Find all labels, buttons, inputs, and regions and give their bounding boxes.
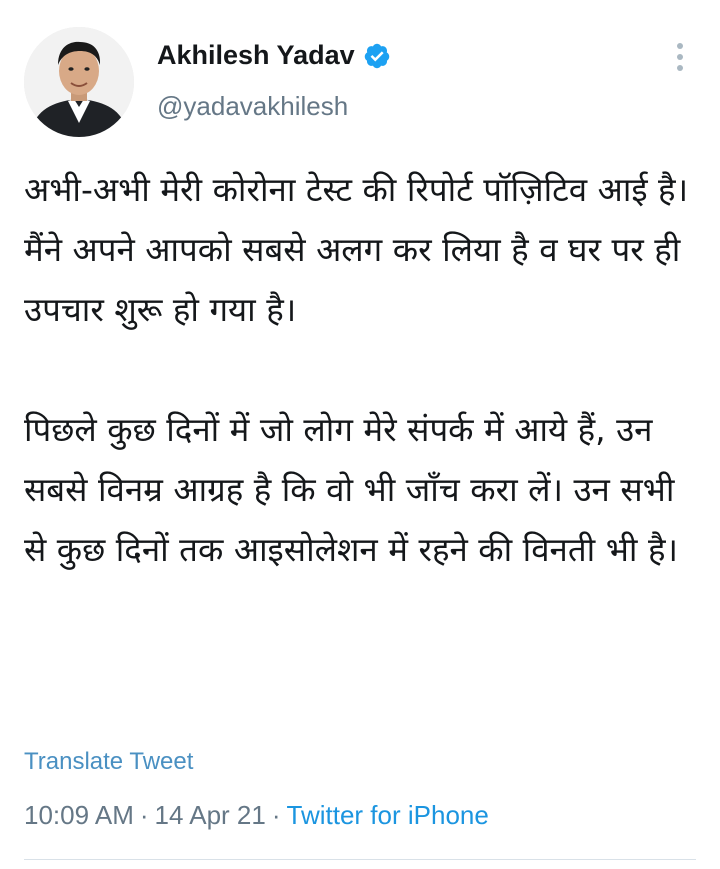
tweet-paragraph: अभी-अभी मेरी कोरोना टेस्ट की रिपोर्ट पॉज… xyxy=(24,170,689,329)
meta-separator: · xyxy=(271,800,281,830)
author-handle[interactable]: @yadavakhilesh xyxy=(157,91,348,122)
meta-separator: · xyxy=(139,800,149,830)
tweet-date[interactable]: 14 Apr 21 xyxy=(155,800,266,830)
verified-badge-icon xyxy=(363,42,391,70)
avatar-image xyxy=(24,27,134,137)
divider xyxy=(24,859,696,860)
tweet-source-link[interactable]: Twitter for iPhone xyxy=(287,800,489,830)
tweet-paragraph: पिछले कुछ दिनों में जो लोग मेरे संपर्क म… xyxy=(24,410,678,569)
translate-tweet-link[interactable]: Translate Tweet xyxy=(24,748,193,776)
tweet-metadata: 10:09 AM · 14 Apr 21 · Twitter for iPhone xyxy=(24,800,489,831)
tweet-text: अभी-अभी मेरी कोरोना टेस्ट की रिपोर्ट पॉज… xyxy=(24,160,704,580)
author-display-name[interactable]: Akhilesh Yadav xyxy=(157,40,355,71)
tweet-time[interactable]: 10:09 AM xyxy=(24,800,134,830)
author-name-row: Akhilesh Yadav xyxy=(157,40,391,71)
more-options-button[interactable] xyxy=(668,40,692,74)
avatar[interactable] xyxy=(24,27,134,137)
tweet-card: Akhilesh Yadav @yadavakhilesh अभी-अभी मे… xyxy=(0,0,720,869)
more-vertical-icon xyxy=(677,43,683,71)
